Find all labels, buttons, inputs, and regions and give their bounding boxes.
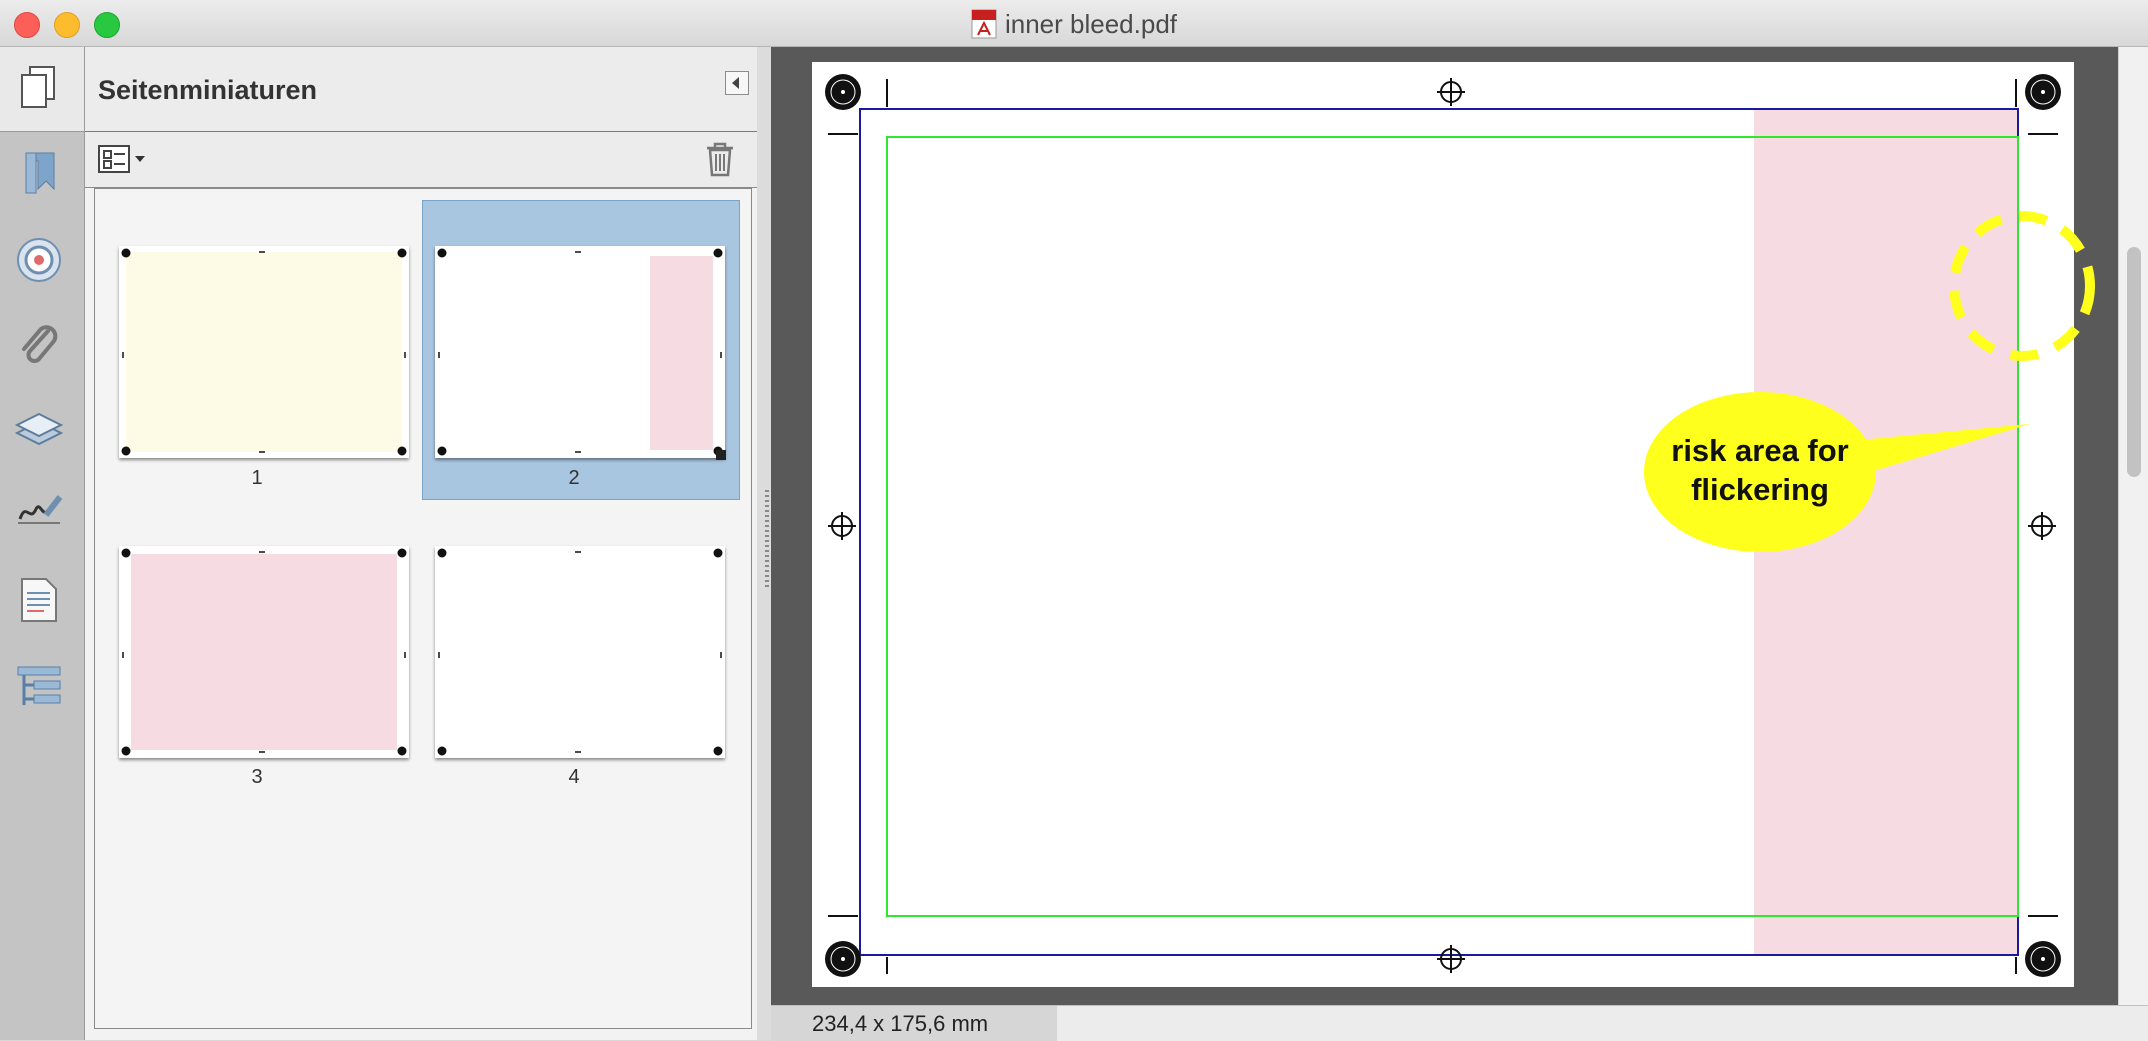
callout-text-line-2: flickering: [1691, 472, 1829, 507]
thumbnail-label: 3: [251, 766, 263, 788]
tree-structure-icon[interactable]: [14, 663, 64, 713]
layers-icon[interactable]: [14, 403, 64, 453]
callout-pointer: [1860, 424, 2030, 472]
thumbnails-panel: Seitenminiaturen: [85, 47, 757, 1040]
page-thumbnails-icon: [21, 66, 55, 108]
thumbnail-fill: [126, 252, 402, 452]
thumbnail-content: [437, 548, 723, 756]
panel-header: Seitenminiaturen: [85, 47, 757, 132]
page-thumbnail[interactable]: [435, 246, 725, 458]
risk-callout: risk area for flickering: [1644, 211, 2095, 552]
thumbnail-fill: [131, 554, 397, 750]
pdf-file-icon: [971, 9, 997, 39]
paperclip-icon[interactable]: [14, 319, 64, 369]
bookmark-icon[interactable]: [14, 147, 64, 197]
document-icon[interactable]: [14, 575, 64, 625]
thumbnail-content: [121, 548, 407, 756]
collapse-panel-button[interactable]: [725, 71, 749, 95]
thumbnail-fill: [650, 256, 713, 450]
thumbnail-label: 2: [568, 467, 580, 489]
vertical-scrollbar[interactable]: [2118, 47, 2148, 1005]
page-thumbnails-tab[interactable]: [0, 47, 84, 132]
trash-icon[interactable]: [703, 140, 737, 178]
splitter-grip[interactable]: [765, 490, 769, 590]
thumbnail-content: [437, 248, 723, 456]
window-title-text: inner bleed.pdf: [1004, 9, 1178, 39]
thumbnail-resize-handle[interactable]: [716, 450, 726, 460]
thumbnail-label: 1: [251, 467, 263, 489]
options-menu-button[interactable]: [97, 144, 153, 174]
scrollbar-thumb[interactable]: [2127, 247, 2141, 477]
thumbnail-fill: [442, 552, 718, 752]
status-bar: 234,4 x 175,6 mm: [771, 1005, 2148, 1041]
page-size-label: 234,4 x 175,6 mm: [771, 1006, 1057, 1041]
page-thumbnail[interactable]: [435, 546, 725, 758]
target-icon[interactable]: [14, 235, 64, 285]
signature-icon[interactable]: [14, 487, 64, 537]
window-title: inner bleed.pdf: [0, 9, 2148, 40]
thumbnail-label: 4: [568, 766, 580, 788]
page-thumbnail[interactable]: [119, 246, 409, 458]
navigation-rail: [0, 47, 85, 1040]
page-thumbnail[interactable]: [119, 546, 409, 758]
thumbnail-content: [121, 248, 407, 456]
title-bar: inner bleed.pdf: [0, 0, 2148, 47]
thumbnails-toolbar: [85, 132, 757, 188]
panel-title: Seitenminiaturen: [98, 75, 318, 105]
callout-text-line-1: risk area for: [1671, 433, 1849, 468]
dashed-highlight-circle: [1949, 211, 2095, 361]
